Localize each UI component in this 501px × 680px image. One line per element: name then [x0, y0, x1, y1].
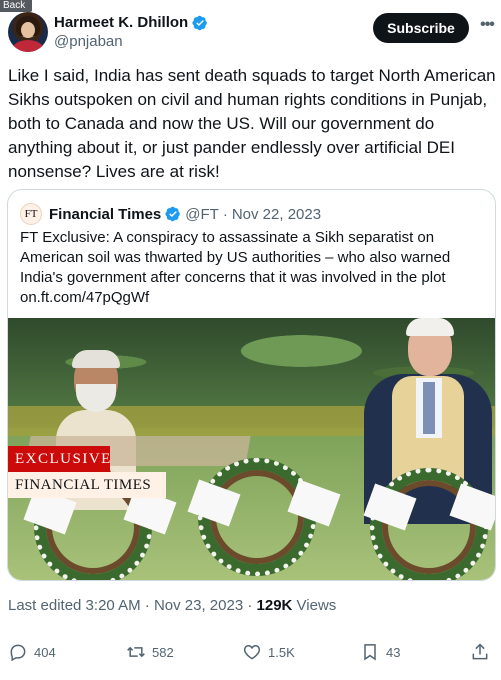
repost-button[interactable]: 582	[126, 642, 174, 662]
like-button[interactable]: 1.5K	[242, 642, 295, 662]
share-icon	[472, 643, 488, 660]
separator-dot: ·	[247, 597, 257, 614]
author-handle[interactable]: @pnjaban	[54, 33, 123, 50]
bookmark-button[interactable]: 43	[360, 642, 400, 662]
tweet-header: Harmeet K. Dhillon @pnjaban Subscribe ••…	[8, 10, 496, 54]
edited-time[interactable]: Last edited 3:20 AM	[8, 597, 141, 614]
share-button[interactable]	[470, 642, 490, 662]
repost-icon	[127, 646, 145, 658]
ft-avatar[interactable]: FT	[20, 203, 42, 225]
author-name-row: Harmeet K. Dhillon	[54, 14, 208, 31]
quoted-author-name[interactable]: Financial Times	[49, 206, 161, 223]
author-name[interactable]: Harmeet K. Dhillon	[54, 14, 188, 31]
more-options-icon[interactable]: •••	[478, 17, 496, 36]
quoted-image[interactable]: EXCLUSIVE FINANCIAL TIMES	[8, 318, 495, 580]
quoted-tweet-header: FT Financial Times @FT · Nov 22, 2023	[20, 203, 321, 225]
reply-icon	[10, 644, 26, 662]
quoted-link[interactable]: on.ft.com/47pQgWf	[20, 289, 149, 306]
reply-count: 404	[34, 644, 56, 660]
bookmark-icon	[364, 644, 376, 661]
heart-icon	[243, 644, 261, 660]
separator-dot: ·	[144, 597, 154, 614]
separator-dot: ·	[222, 205, 228, 223]
quoted-body: FT Exclusive: A conspiracy to assassinat…	[20, 229, 451, 286]
views-count: 129K	[256, 597, 293, 614]
avatar-body	[12, 40, 44, 52]
verified-badge-icon	[192, 15, 208, 30]
tweet-date[interactable]: Nov 23, 2023	[154, 597, 243, 614]
back-button[interactable]: Back	[0, 0, 32, 12]
quoted-author-handle[interactable]: @FT	[185, 206, 219, 223]
views-label: Views	[296, 597, 337, 614]
tweet-meta: Last edited 3:20 AM · Nov 23, 2023 · 129…	[8, 597, 336, 614]
quoted-date: Nov 22, 2023	[231, 205, 322, 223]
bookmark-count: 43	[386, 644, 401, 660]
repost-count: 582	[152, 644, 174, 660]
ft-brand-badge: FINANCIAL TIMES	[8, 472, 166, 498]
like-count: 1.5K	[268, 644, 295, 660]
avatar-face	[21, 22, 35, 38]
reply-button[interactable]: 404	[8, 642, 56, 662]
exclusive-badge: EXCLUSIVE	[8, 446, 110, 472]
quoted-text: FT Exclusive: A conspiracy to assassinat…	[20, 228, 486, 308]
tweet-text: Like I said, India has sent death squads…	[8, 66, 496, 181]
quoted-tweet[interactable]: FT Financial Times @FT · Nov 22, 2023 FT…	[7, 189, 496, 581]
subscribe-button[interactable]: Subscribe	[373, 13, 469, 43]
avatar[interactable]	[8, 12, 48, 52]
action-bar: 404 582 1.5K 43	[8, 642, 494, 670]
verified-badge-icon	[165, 206, 181, 222]
